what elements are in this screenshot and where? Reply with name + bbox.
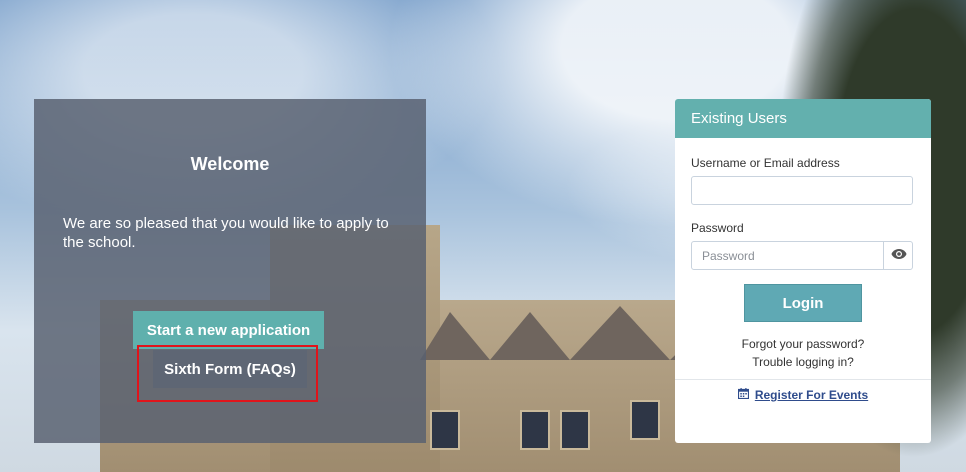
password-label: Password	[691, 221, 744, 235]
forgot-password-link[interactable]: Forgot your password?	[675, 337, 931, 351]
welcome-message: We are so pleased that you would like to…	[63, 215, 389, 251]
calendar-icon	[737, 388, 749, 402]
welcome-panel: Welcome We are so pleased that you would…	[34, 99, 426, 443]
building-window	[630, 400, 660, 440]
login-button[interactable]: Login	[744, 284, 862, 322]
username-label: Username or Email address	[691, 156, 840, 170]
register-events-row: Register For Events	[675, 388, 931, 402]
divider	[675, 379, 931, 380]
building-window	[520, 410, 550, 450]
trouble-logging-in-link[interactable]: Trouble logging in?	[675, 355, 931, 369]
register-events-link[interactable]: Register For Events	[755, 388, 868, 402]
login-header: Existing Users	[675, 99, 931, 138]
eye-icon	[891, 247, 907, 265]
building-window	[430, 410, 460, 450]
login-panel: Existing Users Username or Email address…	[675, 99, 931, 443]
start-application-button[interactable]: Start a new application	[133, 311, 324, 349]
show-password-toggle[interactable]	[883, 242, 914, 270]
building-window	[560, 410, 590, 450]
username-input[interactable]	[691, 176, 913, 205]
sixth-form-faq-button[interactable]: Sixth Form (FAQs)	[153, 350, 307, 388]
welcome-title: Welcome	[190, 154, 270, 174]
password-input[interactable]	[691, 241, 913, 270]
